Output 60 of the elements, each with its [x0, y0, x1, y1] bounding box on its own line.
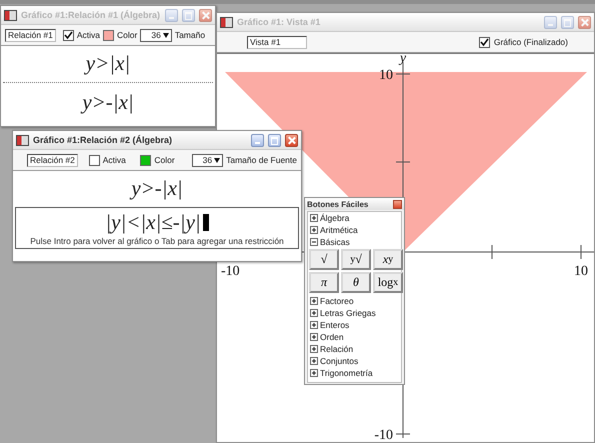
equation[interactable]: y>-|x| [1, 85, 215, 119]
window-title: Gráfico #1: Vista #1 [237, 17, 322, 27]
hint-text: Pulse Intro para volver al gráfico o Tab para agregar una restricción [30, 236, 284, 248]
equation[interactable]: y>-|x| [13, 171, 301, 205]
color-swatch[interactable] [103, 30, 114, 40]
equation[interactable]: y>|x| [1, 46, 215, 80]
axis-label: y [400, 54, 406, 66]
symbol-button[interactable]: θ [341, 272, 371, 293]
close-button[interactable] [199, 8, 212, 22]
window-icon [16, 134, 29, 146]
color-label: Color [154, 155, 175, 165]
font-size-label: Tamaño de Fuente [226, 155, 297, 165]
window-icon [220, 16, 233, 28]
symbol-button[interactable]: √ [309, 249, 339, 270]
view-name-field[interactable]: Vista #1 [247, 36, 307, 48]
palette-section[interactable]: Orden [308, 331, 401, 343]
color-label: Color [117, 30, 138, 40]
window-title: Gráfico #1:Relación #2 (Álgebra) [33, 135, 174, 145]
checkbox[interactable] [88, 154, 100, 166]
checkbox[interactable] [478, 36, 490, 48]
caret-icon [162, 32, 169, 38]
tick-label: 10 [379, 68, 393, 83]
palette-section[interactable]: Factoreo [308, 295, 401, 307]
close-button[interactable] [285, 134, 298, 146]
equation-editor[interactable]: |y|<|x|≤-|y| Pulse Intro para volver al gráfico o Tab para agregar una restricción [15, 207, 299, 249]
tick-label: -10 [374, 428, 393, 442]
minimize-button[interactable] [251, 134, 264, 146]
checkbox-label: Gráfico (Finalizado) [494, 37, 568, 47]
palette-section[interactable]: Básicas [308, 236, 401, 248]
color-swatch[interactable] [140, 154, 152, 166]
palette-title: Botones Fáciles [307, 200, 368, 208]
checkbox[interactable] [62, 30, 74, 40]
palette-section[interactable]: Relación [308, 343, 401, 355]
palette-section[interactable]: Aritmética [308, 224, 401, 236]
relation-name-field[interactable]: Relación #1 [5, 28, 56, 42]
minimize-button[interactable] [544, 16, 557, 28]
equation[interactable]: |y|<|x|≤-|y| [105, 208, 201, 236]
window-icon [4, 10, 17, 20]
tick-label: 10 [574, 264, 588, 279]
relation-name-field[interactable]: Relación #2 [27, 154, 78, 166]
checkbox-label: Activa [102, 155, 126, 165]
palette-section[interactable]: Enteros [308, 319, 401, 331]
checkbox-label: Activa [76, 30, 100, 40]
maximize-button[interactable] [268, 134, 281, 146]
palette-section[interactable]: Conjuntos [308, 355, 401, 367]
font-size-label: Tamaño [174, 30, 206, 40]
symbol-button[interactable]: π [309, 272, 339, 293]
maximize-button[interactable] [182, 8, 195, 22]
font-size-dropdown[interactable]: 36 [140, 28, 172, 42]
font-size-dropdown[interactable]: 36 [192, 154, 224, 166]
tick-label: -10 [221, 264, 240, 279]
caret-icon [214, 158, 220, 162]
palette-section[interactable]: Letras Griegas [308, 307, 401, 319]
palette-section[interactable]: Álgebra [308, 212, 401, 224]
maximize-button[interactable] [561, 16, 574, 28]
close-button[interactable] [393, 200, 402, 208]
window-title: Gráfico #1:Relación #1 (Álgebra) [21, 10, 161, 20]
palette-section[interactable]: Trigonometría [308, 367, 401, 379]
close-button[interactable] [578, 16, 591, 28]
minimize-button[interactable] [165, 8, 178, 22]
